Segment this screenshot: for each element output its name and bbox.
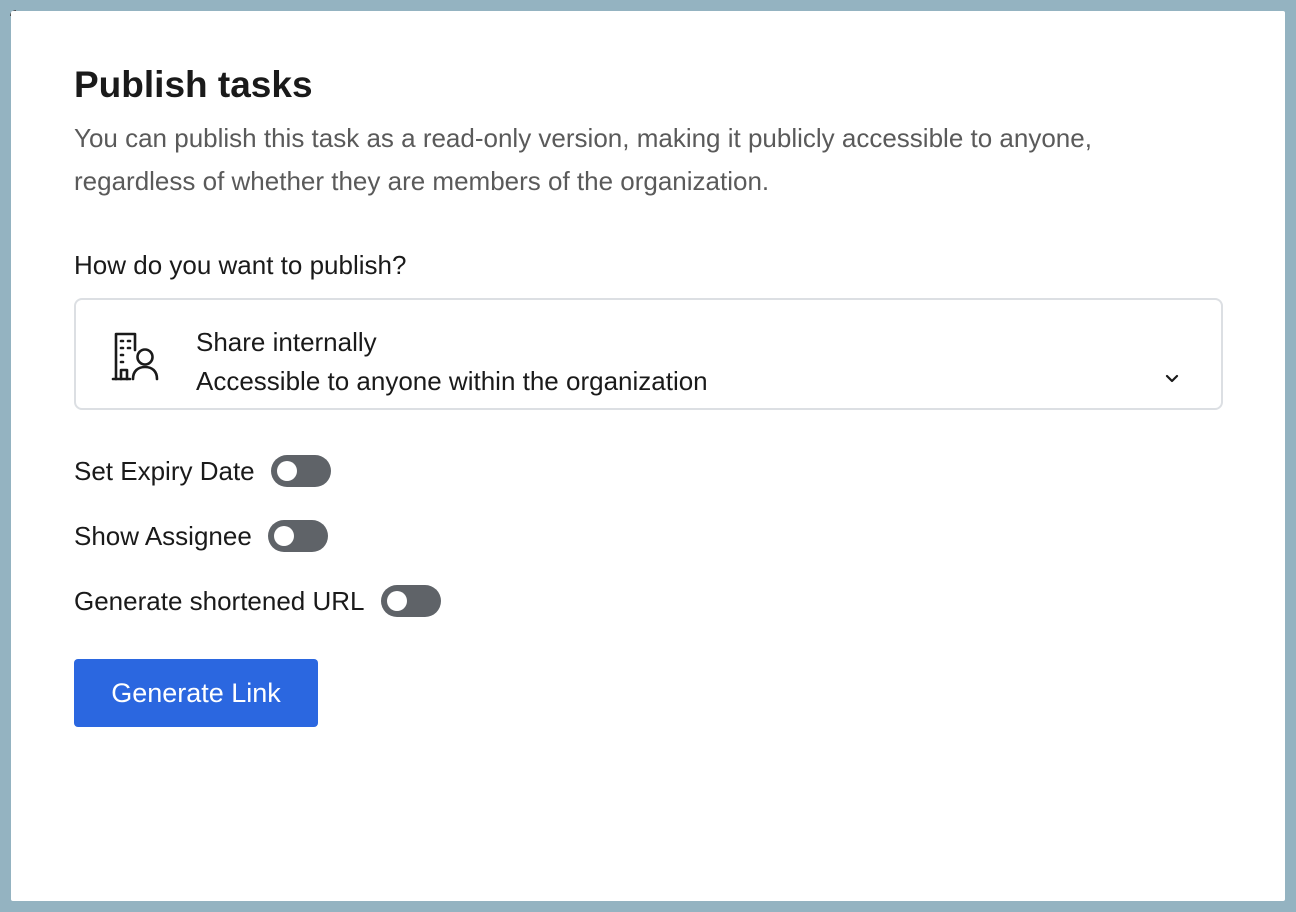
expiry-date-toggle[interactable]	[270, 455, 331, 487]
building-user-icon	[110, 330, 164, 384]
publish-option-title: Share internally	[196, 327, 377, 357]
shortened-url-toggle[interactable]	[380, 585, 441, 617]
toggle-knob	[273, 526, 294, 546]
show-assignee-row: Show Assignee	[74, 519, 328, 553]
show-assignee-label: Show Assignee	[74, 521, 252, 551]
dialog-description: You can publish this task as a read-only…	[74, 123, 1092, 196]
publish-option-subtitle: Accessible to anyone within the organiza…	[196, 366, 708, 396]
show-assignee-toggle[interactable]	[267, 520, 328, 552]
generate-link-button[interactable]: Generate Link	[74, 659, 318, 727]
publish-dialog: Publish tasks You can publish this task …	[11, 11, 1285, 901]
toggle-knob	[276, 461, 297, 481]
publish-question-label: How do you want to publish?	[74, 250, 407, 280]
shortened-url-row: Generate shortened URL	[74, 584, 441, 618]
expiry-date-label: Set Expiry Date	[74, 456, 255, 486]
shortened-url-label: Generate shortened URL	[74, 586, 365, 616]
toggle-knob	[386, 591, 407, 611]
publish-method-select[interactable]: Share internally Accessible to anyone wi…	[74, 298, 1223, 410]
expiry-date-row: Set Expiry Date	[74, 454, 331, 488]
dialog-title: Publish tasks	[74, 64, 313, 105]
chevron-down-icon	[1162, 372, 1182, 386]
